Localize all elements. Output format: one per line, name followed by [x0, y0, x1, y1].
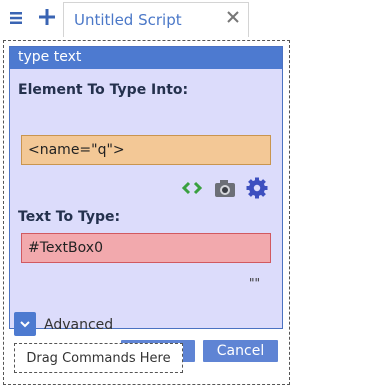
close-icon[interactable]	[226, 10, 240, 24]
code-icon[interactable]	[181, 177, 203, 199]
text-to-type-label: Text To Type:	[18, 209, 121, 225]
element-label: Element To Type Into:	[18, 82, 189, 98]
element-input[interactable]: <name="q">	[21, 135, 271, 165]
menu-button[interactable]	[3, 6, 29, 32]
camera-icon[interactable]	[213, 177, 237, 199]
tab-untitled-script[interactable]: Untitled Script	[63, 2, 249, 37]
plus-icon	[38, 8, 56, 30]
text-to-type-input[interactable]: #TextBox0	[21, 233, 271, 263]
dialog-title: type text	[18, 49, 82, 65]
scroll-area	[292, 38, 372, 389]
quote-symbol[interactable]: ""	[249, 276, 260, 290]
tab-bar: Untitled Script	[0, 0, 372, 38]
new-tab-button[interactable]	[34, 6, 60, 32]
chevron-down-icon	[19, 315, 31, 334]
drag-commands-here[interactable]: Drag Commands Here	[14, 343, 183, 373]
advanced-toggle-button[interactable]	[14, 312, 36, 336]
cancel-button[interactable]: Cancel	[203, 340, 278, 362]
advanced-label[interactable]: Advanced	[44, 317, 113, 333]
gear-icon[interactable]	[246, 177, 268, 199]
type-text-command-dialog: type text Element To Type Into: <name="q…	[9, 46, 283, 362]
dialog-header[interactable]: type text	[10, 47, 282, 69]
tab-title: Untitled Script	[74, 11, 182, 29]
hamburger-menu-icon	[9, 10, 23, 29]
script-area: type text Element To Type Into: <name="q…	[0, 37, 372, 389]
